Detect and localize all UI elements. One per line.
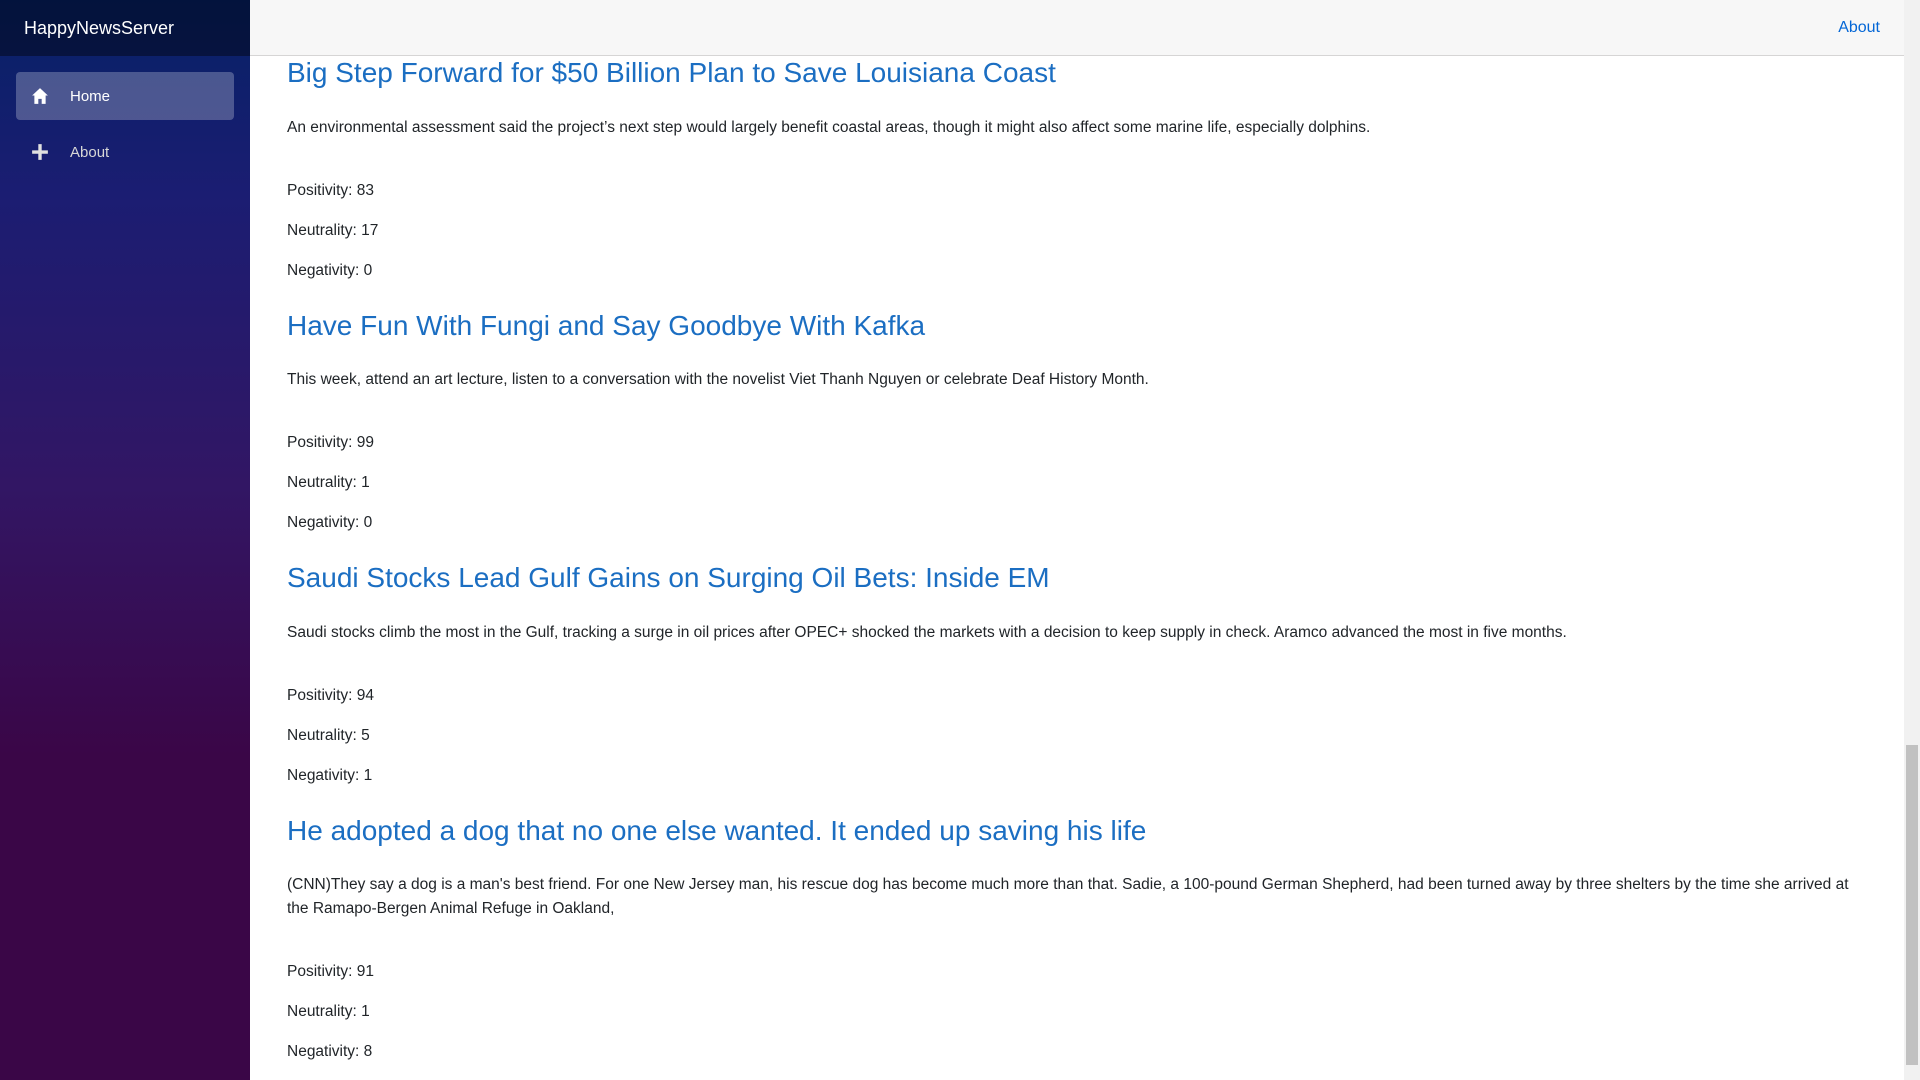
brand-link[interactable]: HappyNewsServer bbox=[24, 18, 174, 39]
sidebar: HappyNewsServer Home About bbox=[0, 0, 250, 1080]
sidebar-link-home[interactable]: Home bbox=[16, 72, 234, 120]
article-description: An environmental assessment said the pro… bbox=[287, 118, 1371, 136]
app-root: HappyNewsServer Home About About Big Ste… bbox=[0, 0, 1920, 1080]
negativity-score: Negativity: 8 bbox=[287, 1043, 373, 1061]
sidebar-link-about[interactable]: About bbox=[16, 128, 234, 176]
article-item: Saudi Stocks Lead Gulf Gains on Surging … bbox=[287, 551, 1872, 804]
sidebar-item-label: Home bbox=[70, 87, 111, 105]
neutrality-score: Neutrality: 5 bbox=[287, 726, 370, 744]
negativity-score: Negativity: 1 bbox=[287, 766, 373, 784]
article-item: Have Fun With Fungi and Say Goodbye With… bbox=[287, 299, 1872, 552]
brand-bar: HappyNewsServer bbox=[0, 0, 250, 56]
article-title-link[interactable]: Saudi Stocks Lead Gulf Gains on Surging … bbox=[287, 551, 1872, 595]
neutrality-score: Neutrality: 17 bbox=[287, 221, 379, 239]
top-about-link[interactable]: About bbox=[1838, 19, 1880, 37]
neutrality-score: Neutrality: 1 bbox=[287, 1003, 370, 1021]
top-row: About bbox=[250, 0, 1904, 56]
article-title-link[interactable]: Have Fun With Fungi and Say Goodbye With… bbox=[287, 299, 1872, 343]
plus-icon bbox=[30, 142, 50, 162]
scrollbar-thumb[interactable] bbox=[1906, 745, 1918, 1065]
article-list: Big Step Forward for $50 Billion Plan to… bbox=[250, 56, 1904, 1080]
positivity-score: Positivity: 99 bbox=[287, 434, 375, 452]
sidebar-item-label: About bbox=[70, 143, 110, 161]
sidebar-item-about: About bbox=[0, 128, 250, 176]
neutrality-score: Neutrality: 1 bbox=[287, 474, 370, 492]
article-item: He adopted a dog that no one else wanted… bbox=[287, 804, 1872, 1080]
article-description: (CNN)They say a dog is a man's best frie… bbox=[287, 876, 1849, 918]
article-title-link[interactable]: He adopted a dog that no one else wanted… bbox=[287, 804, 1872, 848]
sidebar-nav: Home About bbox=[0, 56, 250, 176]
negativity-score: Negativity: 0 bbox=[287, 261, 373, 279]
home-icon bbox=[30, 86, 50, 106]
positivity-score: Positivity: 94 bbox=[287, 686, 375, 704]
sentiment-scores: Positivity: 91 Neutrality: 1 Negativity:… bbox=[287, 960, 1872, 1080]
article-item: Big Step Forward for $50 Billion Plan to… bbox=[287, 56, 1872, 299]
positivity-score: Positivity: 83 bbox=[287, 181, 375, 199]
article-description: This week, attend an art lecture, listen… bbox=[287, 371, 1149, 389]
sidebar-item-home: Home bbox=[0, 72, 250, 120]
sentiment-scores: Positivity: 83 Neutrality: 17 Negativity… bbox=[287, 179, 1872, 299]
positivity-score: Positivity: 91 bbox=[287, 963, 375, 981]
sentiment-scores: Positivity: 94 Neutrality: 5 Negativity:… bbox=[287, 684, 1872, 804]
main-content: Big Step Forward for $50 Billion Plan to… bbox=[250, 56, 1904, 1080]
article-title-link[interactable]: Big Step Forward for $50 Billion Plan to… bbox=[287, 56, 1872, 90]
article-description: Saudi stocks climb the most in the Gulf,… bbox=[287, 623, 1567, 641]
negativity-score: Negativity: 0 bbox=[287, 514, 373, 532]
vertical-scrollbar[interactable] bbox=[1904, 0, 1920, 1080]
sentiment-scores: Positivity: 99 Neutrality: 1 Negativity:… bbox=[287, 431, 1872, 551]
